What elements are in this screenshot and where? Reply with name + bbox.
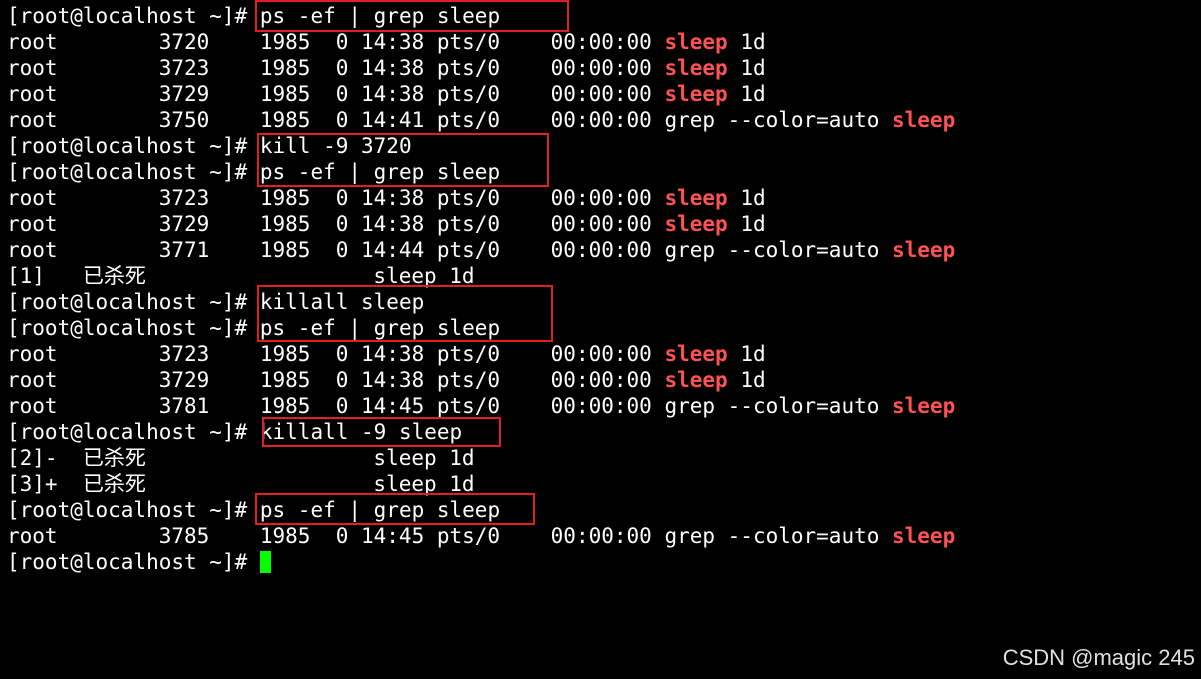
terminal-line: [root@localhost ~]# ps -ef | grep sleep [7, 497, 1197, 523]
highlight-match: sleep [664, 212, 728, 236]
terminal-line: [root@localhost ~]# killall sleep [7, 289, 1197, 315]
terminal-line: [root@localhost ~]# kill -9 3720 [7, 133, 1197, 159]
output-line: root 3781 1985 0 14:45 pts/0 00:00:00 gr… [7, 394, 956, 418]
output-line: root 3729 1985 0 14:38 pts/0 00:00:00 sl… [7, 212, 766, 236]
annotation-box [257, 285, 553, 342]
output-line: root 3771 1985 0 14:44 pts/0 00:00:00 gr… [7, 238, 956, 262]
text-cursor[interactable] [259, 551, 271, 573]
output-line: root 3720 1985 0 14:38 pts/0 00:00:00 sl… [7, 30, 766, 54]
terminal-line[interactable]: [root@localhost ~]# [7, 549, 1197, 575]
prompt: [root@localhost ~]# [7, 420, 260, 444]
terminal-window[interactable]: [root@localhost ~]# ps -ef | grep sleep … [7, 3, 1197, 575]
job-status-line: [3]+ 已杀死 sleep 1d [7, 472, 475, 496]
output-line: root 3750 1985 0 14:41 pts/0 00:00:00 gr… [7, 108, 956, 132]
terminal-line: [root@localhost ~]# killall -9 sleep [7, 419, 1197, 445]
terminal-line: [root@localhost ~]# ps -ef | grep sleep [7, 315, 1197, 341]
highlight-match: sleep [664, 82, 728, 106]
prompt: [root@localhost ~]# [7, 498, 260, 522]
prompt: [root@localhost ~]# [7, 290, 260, 314]
terminal-line: [root@localhost ~]# ps -ef | grep sleep [7, 159, 1197, 185]
job-status-line: [2]- 已杀死 sleep 1d [7, 446, 475, 470]
prompt: [root@localhost ~]# [7, 316, 260, 340]
highlight-match: sleep [664, 30, 728, 54]
highlight-match: sleep [664, 56, 728, 80]
prompt: [root@localhost ~]# [7, 134, 260, 158]
annotation-box [255, 493, 535, 525]
output-line: root 3785 1985 0 14:45 pts/0 00:00:00 gr… [7, 524, 956, 548]
output-line: root 3729 1985 0 14:38 pts/0 00:00:00 sl… [7, 368, 766, 392]
terminal-line: [root@localhost ~]# ps -ef | grep sleep [7, 3, 1197, 29]
annotation-box [255, 0, 569, 32]
output-line: root 3723 1985 0 14:38 pts/0 00:00:00 sl… [7, 342, 766, 366]
annotation-box [262, 417, 501, 447]
output-line: root 3723 1985 0 14:38 pts/0 00:00:00 sl… [7, 186, 766, 210]
prompt: [root@localhost ~]# [7, 550, 260, 574]
job-status-line: [1] 已杀死 sleep 1d [7, 264, 475, 288]
prompt: [root@localhost ~]# [7, 4, 260, 28]
highlight-match: sleep [664, 368, 728, 392]
prompt: [root@localhost ~]# [7, 160, 260, 184]
output-line: root 3723 1985 0 14:38 pts/0 00:00:00 sl… [7, 56, 766, 80]
highlight-match: sleep [664, 186, 728, 210]
annotation-box [257, 133, 549, 187]
watermark: CSDN @magic 245 [1002, 645, 1195, 670]
highlight-match: sleep [892, 238, 956, 262]
highlight-match: sleep [892, 524, 956, 548]
output-line: root 3729 1985 0 14:38 pts/0 00:00:00 sl… [7, 82, 766, 106]
highlight-match: sleep [892, 394, 956, 418]
highlight-match: sleep [664, 342, 728, 366]
highlight-match: sleep [892, 108, 956, 132]
